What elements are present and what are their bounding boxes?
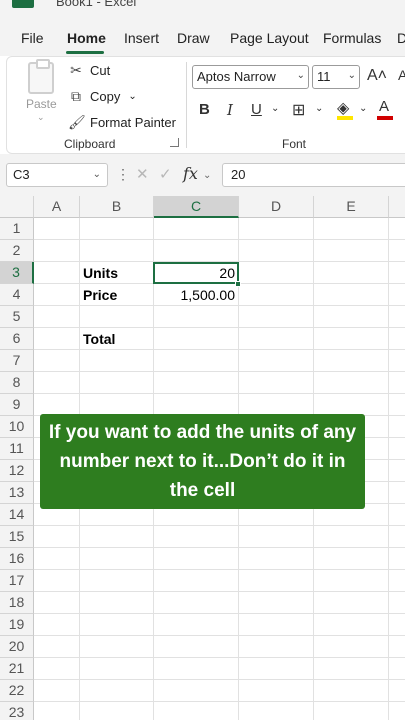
more-options-icon[interactable]: ⋮ [116,166,130,183]
cell-c4[interactable]: 1,500.00 [154,284,239,306]
chevron-down-icon[interactable]: ⌄ [359,103,367,114]
ribbon-divider [186,62,187,148]
row-header[interactable]: 20 [0,636,34,658]
name-box-value: C3 [13,167,30,182]
video-caption: If you want to add the units of any numb… [40,414,365,509]
row-header[interactable]: 22 [0,680,34,702]
cut-label: Cut [90,63,111,78]
font-color-swatch [377,116,393,120]
row-header-selected[interactable]: 3 [0,262,34,284]
formula-value: 20 [231,167,246,182]
row-header[interactable]: 23 [0,702,34,720]
row-header[interactable]: 18 [0,592,34,614]
bold-icon[interactable]: B [199,101,210,118]
paste-icon[interactable] [28,59,54,94]
cell-b6[interactable]: Total [83,328,153,350]
fill-color-icon[interactable]: ◈ [337,98,349,118]
font-name-select[interactable]: Aptos Narrow ⌄ [192,65,309,89]
font-size-select[interactable]: 11 ⌄ [312,65,360,89]
active-cell-border [153,262,239,284]
tab-data[interactable]: D [397,30,405,46]
select-all-corner[interactable] [0,196,34,218]
row-header[interactable]: 13 [0,482,34,504]
tab-draw[interactable]: Draw [177,30,210,46]
scissors-icon: ✂ [70,62,82,78]
fill-color-swatch [337,116,353,120]
copy-icon: ⧉ [71,88,81,104]
chevron-down-icon[interactable]: ⌄ [37,112,45,123]
column-header-c[interactable]: C [154,196,239,218]
excel-logo-icon [12,0,34,8]
chevron-down-icon[interactable]: ⌄ [203,170,211,181]
window-title: Book1 - Excel [56,0,137,9]
paste-button[interactable]: Paste [26,97,57,111]
cell-b3[interactable]: Units [83,262,153,284]
row-header[interactable]: 15 [0,526,34,548]
row-header[interactable]: 6 [0,328,34,350]
insert-function-icon[interactable]: fx [183,164,198,183]
formula-input[interactable]: 20 [222,163,405,187]
borders-icon[interactable]: ⊞ [292,100,305,120]
row-header[interactable]: 10 [0,416,34,438]
format-painter-label: Format Painter [90,115,176,130]
ribbon-tabs: File Home Insert Draw Page Layout Formul… [0,20,405,56]
format-painter-button[interactable]: 🖌 Format Painter [68,114,176,131]
tab-page-layout[interactable]: Page Layout [230,30,309,46]
clipboard-group-label: Clipboard [64,137,116,151]
row-header[interactable]: 17 [0,570,34,592]
column-header-a[interactable]: A [34,196,80,218]
cell-b4[interactable]: Price [83,284,153,306]
cancel-icon[interactable]: ✕ [136,165,149,183]
font-name-value: Aptos Narrow [197,69,276,84]
font-size-value: 11 [317,69,331,84]
underline-icon[interactable]: U [251,101,262,118]
clipboard-launcher-icon[interactable] [170,138,179,147]
enter-check-icon[interactable]: ✓ [159,165,172,183]
chevron-down-icon[interactable]: ⌄ [128,91,136,102]
fill-handle[interactable] [235,281,241,287]
row-header[interactable]: 19 [0,614,34,636]
row-header[interactable]: 1 [0,218,34,240]
italic-icon[interactable]: I [227,101,233,119]
chevron-down-icon[interactable]: ⌄ [271,103,279,114]
row-header[interactable]: 14 [0,504,34,526]
row-header[interactable]: 4 [0,284,34,306]
font-color-icon[interactable]: A [379,98,389,115]
paintbrush-icon: 🖌 [68,114,86,130]
row-header[interactable]: 7 [0,350,34,372]
decrease-font-icon[interactable]: A [398,67,405,83]
row-header[interactable]: 16 [0,548,34,570]
tab-insert[interactable]: Insert [124,30,159,46]
increase-font-icon[interactable]: A˄ [367,67,387,85]
row-header[interactable]: 2 [0,240,34,262]
copy-label: Copy [90,89,121,104]
row-header[interactable]: 5 [0,306,34,328]
column-header-e[interactable]: E [314,196,389,218]
column-header-b[interactable]: B [80,196,154,218]
column-header-f[interactable] [389,196,405,218]
chevron-down-icon[interactable]: ⌄ [315,103,323,114]
row-header[interactable]: 12 [0,460,34,482]
chevron-down-icon: ⌄ [347,70,356,81]
name-box[interactable]: C3 ⌄ [6,163,108,187]
row-header[interactable]: 9 [0,394,34,416]
chevron-down-icon: ⌄ [296,70,305,81]
font-group-label: Font [282,137,307,151]
row-header[interactable]: 11 [0,438,34,460]
tab-file[interactable]: File [21,30,44,46]
cut-button[interactable]: ✂ Cut [68,62,110,79]
row-header[interactable]: 21 [0,658,34,680]
active-tab-indicator [66,51,104,54]
tab-formulas[interactable]: Formulas [323,30,381,46]
title-bar: Book1 - Excel [0,0,405,20]
copy-button[interactable]: ⧉ Copy ⌄ [68,88,137,105]
tab-home[interactable]: Home [67,30,106,46]
chevron-down-icon: ⌄ [92,169,101,180]
column-header-d[interactable]: D [239,196,314,218]
row-header[interactable]: 8 [0,372,34,394]
